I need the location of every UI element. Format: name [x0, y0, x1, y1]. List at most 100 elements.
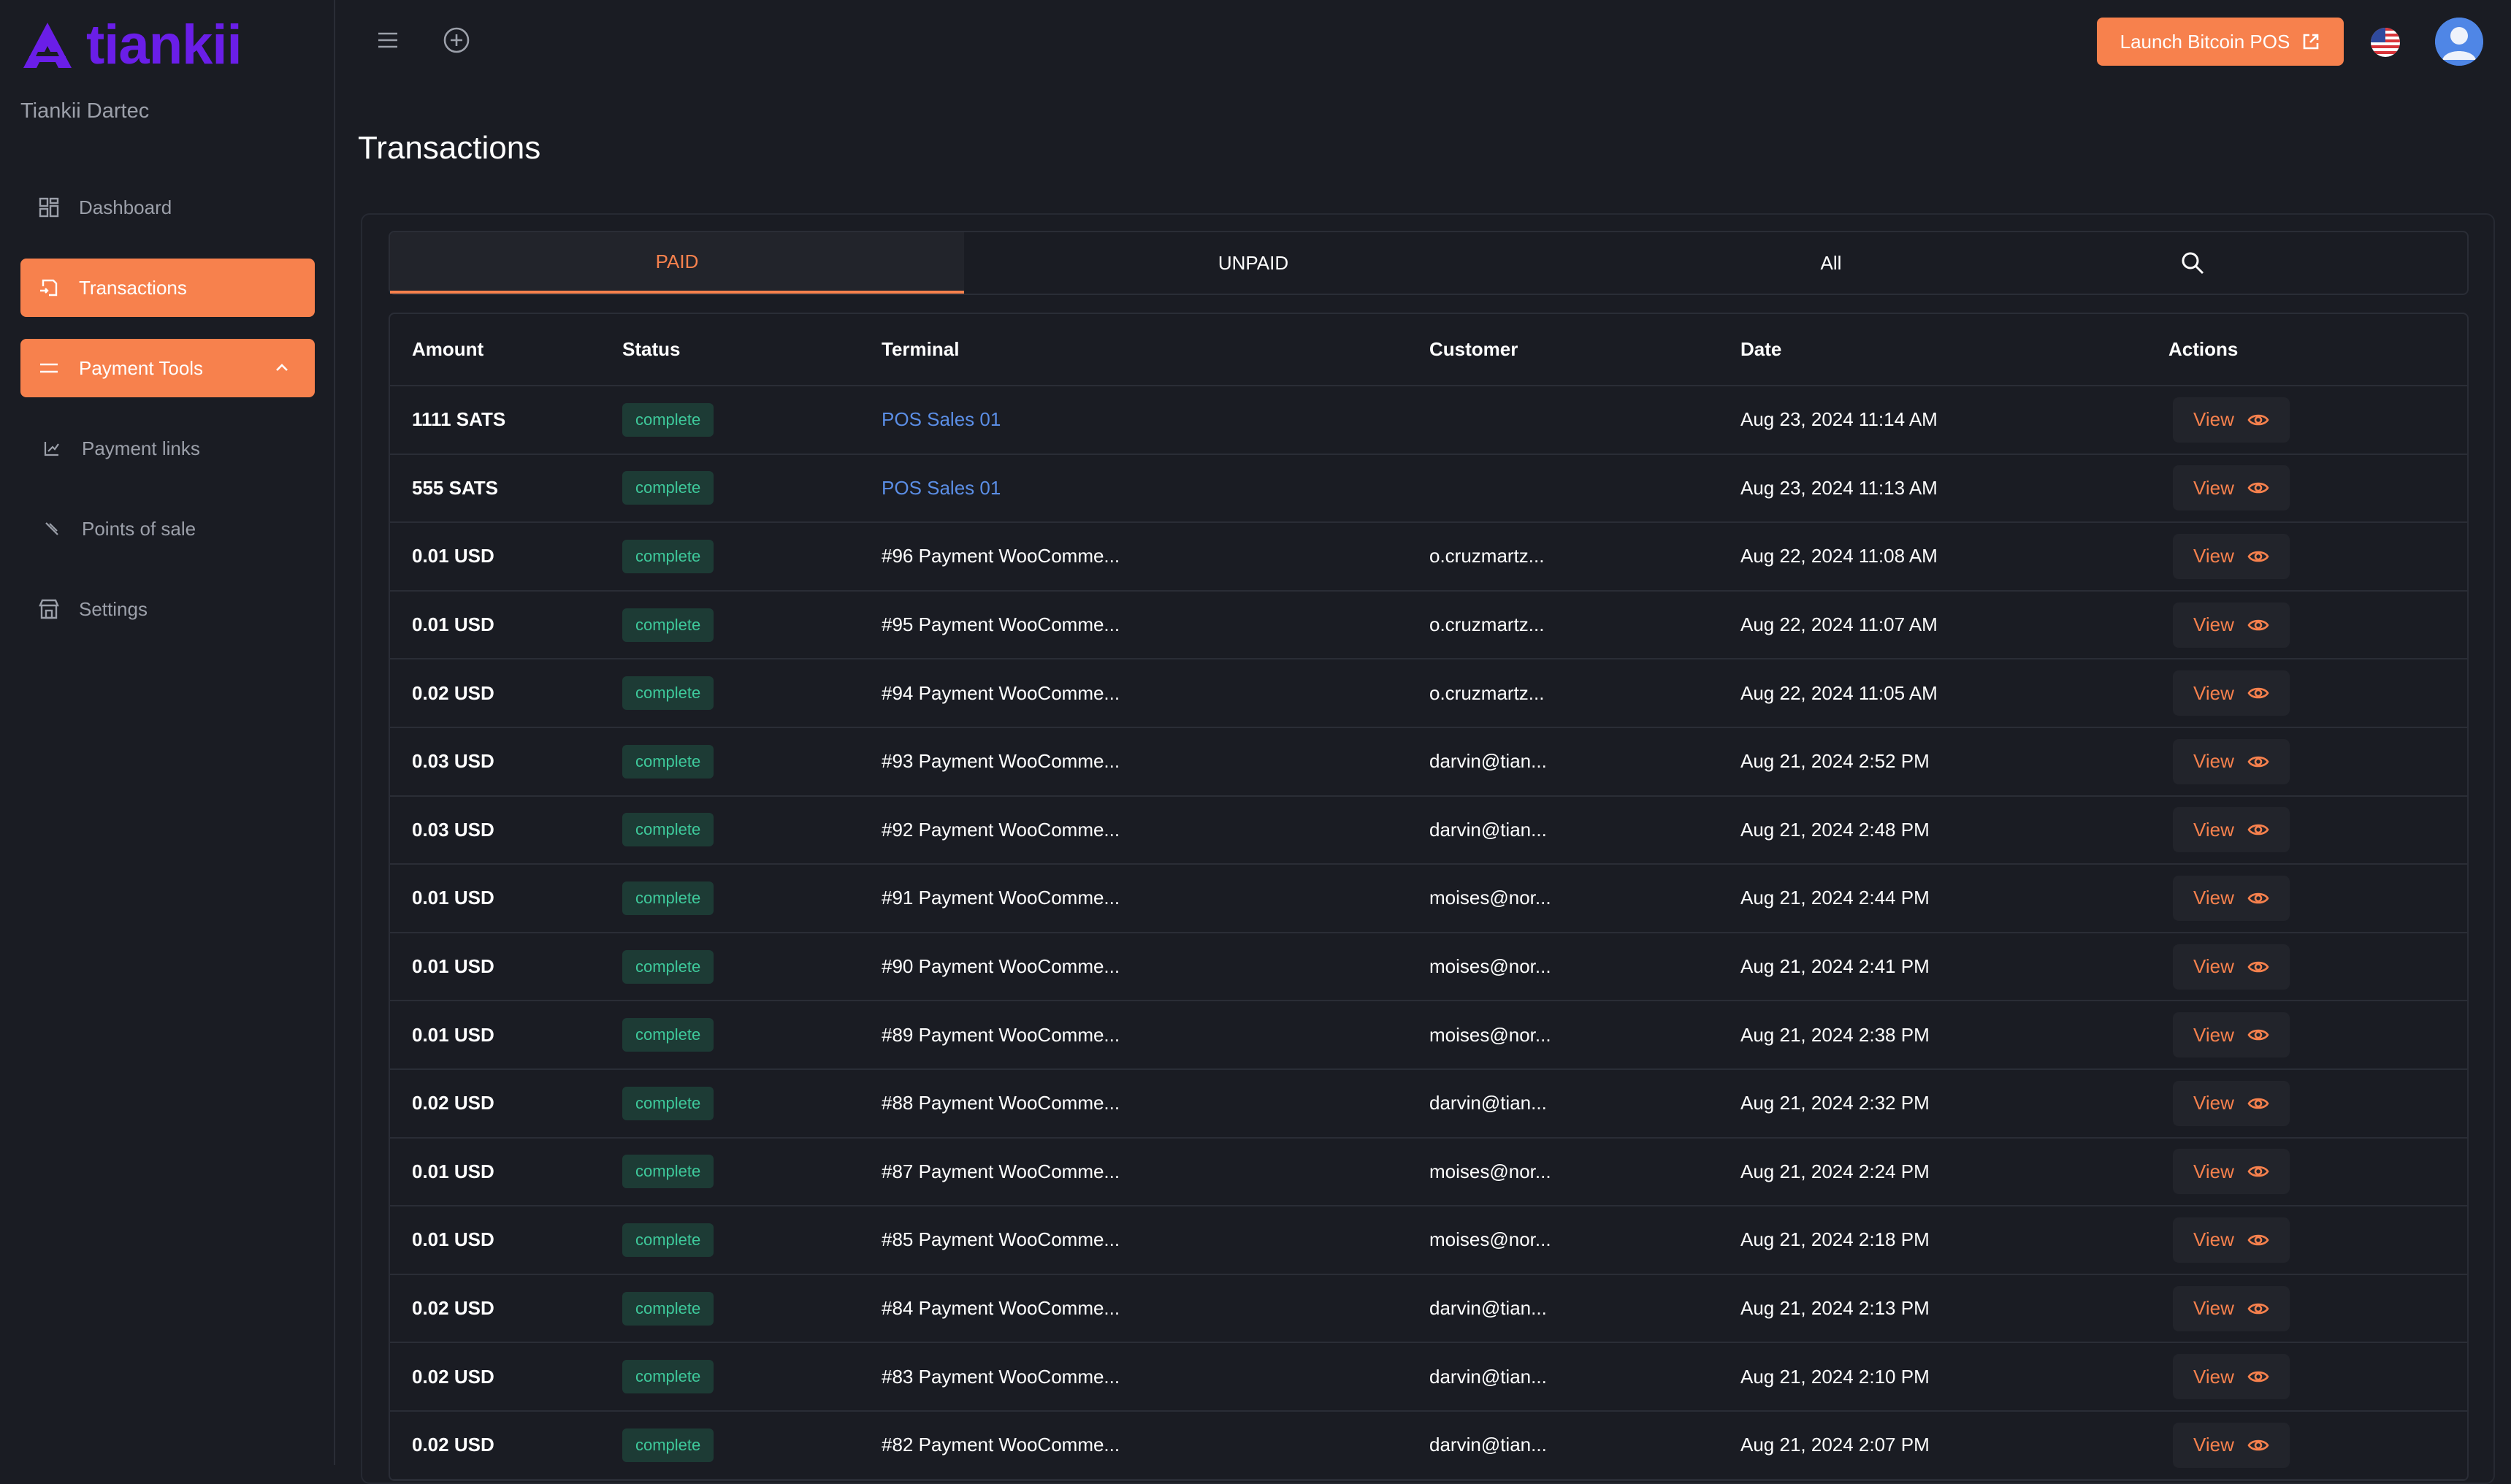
column-header-customer[interactable]: Customer: [1429, 314, 1740, 386]
customer-cell: darvin@tian...: [1429, 1434, 1547, 1456]
tiankii-logo-icon: [23, 23, 72, 68]
view-button[interactable]: View: [2173, 670, 2290, 716]
table-row[interactable]: 0.03 USD complete #92 Payment WooComme... d…: [390, 795, 2467, 865]
view-button[interactable]: View: [2173, 533, 2290, 579]
column-header-date[interactable]: Date: [1740, 314, 2168, 386]
table-row[interactable]: 0.02 USD complete #84 Payment WooComme... d…: [390, 1274, 2467, 1344]
customer-cell: darvin@tian...: [1429, 1092, 1547, 1114]
customer-cell: moises@nor...: [1429, 1023, 1551, 1046]
date-cell: Aug 21, 2024 2:18 PM: [1740, 1228, 1930, 1251]
table-row[interactable]: 0.01 USD complete #90 Payment WooComme... m…: [390, 932, 2467, 1002]
view-button[interactable]: View: [2173, 1285, 2290, 1331]
view-button[interactable]: View: [2173, 807, 2290, 853]
view-button[interactable]: View: [2173, 1080, 2290, 1126]
date-cell: Aug 22, 2024 11:07 AM: [1740, 613, 1938, 636]
date-cell: Aug 22, 2024 11:05 AM: [1740, 681, 1938, 704]
launch-bitcoin-pos-button[interactable]: Launch Bitcoin POS: [2097, 18, 2344, 66]
view-button[interactable]: View: [2173, 944, 2290, 990]
sidebar-item-label: Payment Tools: [79, 356, 204, 379]
sidebar-item-payment-tools[interactable]: Payment Tools: [20, 339, 315, 397]
table-row[interactable]: 0.01 USD complete #85 Payment WooComme... m…: [390, 1206, 2467, 1275]
table-row[interactable]: 0.03 USD complete #93 Payment WooComme... d…: [390, 727, 2467, 797]
view-button[interactable]: View: [2173, 1149, 2290, 1195]
table-row[interactable]: 0.01 USD complete #96 Payment WooComme... o…: [390, 522, 2467, 592]
eye-icon: [2247, 551, 2269, 562]
search-button[interactable]: [2120, 232, 2266, 294]
page-title: Transactions: [358, 130, 541, 166]
transaction-tabs: PAID UNPAID All: [389, 231, 2469, 295]
brand-logo[interactable]: tiankii: [20, 18, 242, 73]
search-icon: [2182, 252, 2204, 275]
column-header-status[interactable]: Status: [622, 314, 882, 386]
eye-icon: [2247, 825, 2269, 835]
status-badge: complete: [622, 471, 714, 505]
eye-icon: [2247, 1303, 2269, 1314]
date-cell: Aug 23, 2024 11:14 AM: [1740, 408, 1938, 431]
view-button-label: View: [2193, 1092, 2234, 1114]
view-button[interactable]: View: [2173, 1354, 2290, 1400]
tab-unpaid[interactable]: UNPAID: [964, 232, 1543, 294]
terminal-cell: #95 Payment WooComme...: [882, 613, 1120, 636]
tools-icon: [38, 357, 60, 379]
terminal-cell: #87 Payment WooComme...: [882, 1160, 1120, 1182]
view-button[interactable]: View: [2173, 1422, 2290, 1468]
amount-cell: 0.01 USD: [412, 887, 494, 909]
table-row[interactable]: 0.02 USD complete #94 Payment WooComme... o…: [390, 659, 2467, 728]
tab-all[interactable]: All: [1543, 232, 2120, 294]
view-button[interactable]: View: [2173, 875, 2290, 921]
terminal-cell: #92 Payment WooComme...: [882, 818, 1120, 841]
tab-paid[interactable]: PAID: [390, 232, 964, 294]
terminal-cell: #82 Payment WooComme...: [882, 1434, 1120, 1456]
view-button-label: View: [2193, 955, 2234, 978]
terminal-cell: #90 Payment WooComme...: [882, 955, 1120, 978]
table-row[interactable]: 555 SATS complete POS Sales 01 Aug 23, 2024…: [390, 454, 2467, 524]
sidebar-item-transactions[interactable]: Transactions: [20, 259, 315, 317]
organization-name: Tiankii Dartec: [20, 99, 150, 123]
sidebar-item-dashboard[interactable]: Dashboard: [20, 178, 315, 237]
sidebar-item-settings[interactable]: Settings: [20, 580, 315, 638]
table-row[interactable]: 0.01 USD complete #89 Payment WooComme... m…: [390, 1001, 2467, 1070]
pos-icon: [41, 518, 63, 540]
table-body: 1111 SATS complete POS Sales 01 Aug 23, 202…: [390, 386, 2467, 1480]
table-row[interactable]: 0.02 USD complete #83 Payment WooComme... d…: [390, 1342, 2467, 1412]
view-button[interactable]: View: [2173, 738, 2290, 784]
column-header-terminal[interactable]: Terminal: [882, 314, 1429, 386]
table-row[interactable]: 0.01 USD complete #87 Payment WooComme... m…: [390, 1137, 2467, 1207]
sidebar-item-payment-links[interactable]: Payment links: [20, 419, 315, 478]
sidebar-item-label: Points of sale: [82, 517, 196, 540]
view-button[interactable]: View: [2173, 465, 2290, 511]
sidebar-item-label: Transactions: [79, 276, 187, 299]
table-row[interactable]: 0.02 USD complete #88 Payment WooComme... d…: [390, 1068, 2467, 1139]
amount-cell: 0.01 USD: [412, 955, 494, 978]
column-header-amount[interactable]: Amount: [390, 314, 622, 386]
view-button-label: View: [2193, 1434, 2234, 1456]
terminal-cell: #94 Payment WooComme...: [882, 681, 1120, 704]
table-row[interactable]: 0.01 USD complete #95 Payment WooComme... o…: [390, 590, 2467, 660]
menu-icon[interactable]: [374, 26, 402, 54]
view-button[interactable]: View: [2173, 1217, 2290, 1263]
view-button[interactable]: View: [2173, 1012, 2290, 1058]
view-button-label: View: [2193, 818, 2234, 841]
sidebar-item-points-of-sale[interactable]: Points of sale: [20, 500, 315, 558]
view-button[interactable]: View: [2173, 602, 2290, 648]
eye-icon: [2247, 756, 2269, 768]
brand-name: tiankii: [86, 14, 242, 76]
status-badge: complete: [622, 1291, 714, 1326]
amount-cell: 0.01 USD: [412, 545, 494, 567]
view-button-label: View: [2193, 613, 2234, 636]
customer-cell: darvin@tian...: [1429, 1297, 1547, 1320]
add-circle-icon[interactable]: [443, 26, 470, 54]
table-row[interactable]: 0.02 USD complete #82 Payment WooComme... d…: [390, 1410, 2467, 1480]
eye-icon: [2247, 619, 2269, 630]
status-badge: complete: [622, 1155, 714, 1189]
customer-cell: darvin@tian...: [1429, 1365, 1547, 1388]
terminal-link[interactable]: POS Sales 01: [882, 408, 1001, 430]
table-row[interactable]: 1111 SATS complete POS Sales 01 Aug 23, 202…: [390, 386, 2467, 455]
table-row[interactable]: 0.01 USD complete #91 Payment WooComme... m…: [390, 864, 2467, 933]
us-flag-icon[interactable]: [2371, 28, 2400, 57]
external-link-icon: [2304, 34, 2319, 50]
customer-cell: moises@nor...: [1429, 1228, 1551, 1251]
user-avatar[interactable]: [2435, 18, 2483, 66]
terminal-link[interactable]: POS Sales 01: [882, 477, 1001, 499]
view-button[interactable]: View: [2173, 397, 2290, 443]
